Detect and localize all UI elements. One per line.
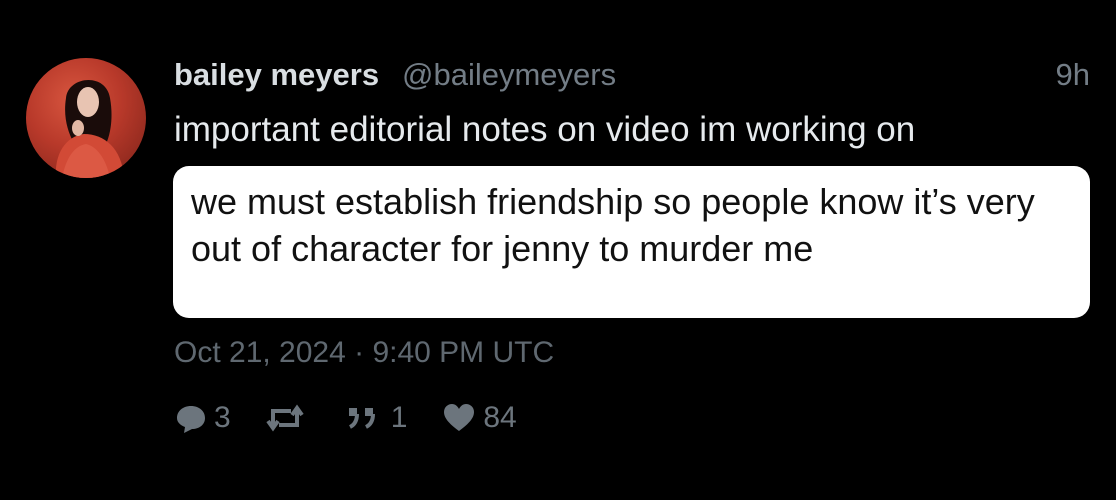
relative-time[interactable]: 9h — [1056, 56, 1090, 94]
retweet-button[interactable] — [265, 401, 311, 435]
reply-button[interactable]: 3 — [174, 401, 231, 435]
retweet-icon — [266, 404, 304, 432]
tweet-header: bailey meyers @baileymeyers 9h — [174, 56, 1090, 96]
tweet-text: important editorial notes on video im wo… — [174, 110, 916, 149]
reply-bubble-icon — [177, 406, 205, 433]
like-button[interactable]: 84 — [441, 401, 517, 435]
author-handle[interactable]: @baileymeyers — [402, 56, 616, 94]
quote-count: 1 — [390, 401, 408, 434]
heart-icon — [444, 404, 475, 431]
quote-icon — [348, 408, 375, 429]
tweet-timestamp[interactable]: Oct 21, 2024 · 9:40 PM UTC — [174, 334, 554, 372]
attached-note-image[interactable]: we must establish friendship so people k… — [173, 166, 1090, 318]
tweet-actions: 3 1 84 — [174, 398, 551, 438]
avatar[interactable] — [26, 58, 146, 178]
like-count: 84 — [483, 401, 517, 434]
avatar-portrait — [55, 79, 124, 178]
attached-note-text: we must establish friendship so people k… — [191, 181, 1035, 269]
author-name[interactable]: bailey meyers — [174, 56, 379, 94]
reply-count: 3 — [214, 401, 231, 434]
quote-button[interactable]: 1 — [345, 401, 408, 435]
tweet[interactable]: bailey meyers @baileymeyers 9h important… — [0, 0, 1116, 500]
